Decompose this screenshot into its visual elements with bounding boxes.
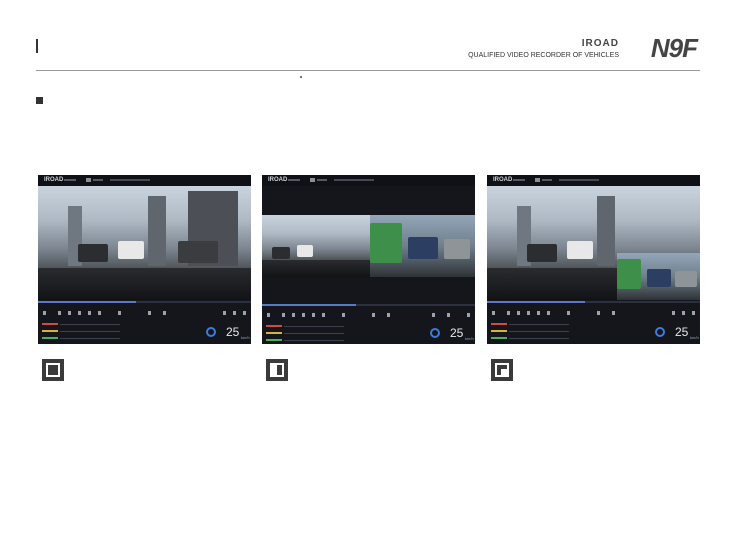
viewer-topbar: IROAD	[262, 175, 475, 186]
header-rule	[36, 70, 700, 71]
video-view-front	[262, 215, 370, 277]
speed-value: 25	[226, 325, 240, 339]
speed-gauge-icon	[655, 327, 665, 337]
speed-unit: km/h	[241, 335, 250, 340]
viewer-screenshot-single: IROAD 25 km/h	[38, 175, 251, 344]
dot-mark	[300, 76, 302, 78]
viewer-screenshot-pip: IROAD 25 km/h	[487, 175, 700, 344]
video-view	[38, 186, 251, 300]
viewer-logo: IROAD	[268, 177, 288, 183]
speed-gauge-icon	[206, 327, 216, 337]
video-view-rear	[370, 215, 475, 277]
viewer-topbar: IROAD	[487, 175, 700, 186]
single-view-icon	[42, 359, 64, 381]
viewer-logo: IROAD	[44, 177, 64, 183]
video-view-pip	[617, 253, 700, 300]
playback-controls[interactable]	[38, 308, 251, 318]
speed-unit: km/h	[465, 336, 474, 341]
playback-controls[interactable]	[262, 310, 475, 320]
playback-controls[interactable]	[487, 308, 700, 318]
speed-gauge-icon	[430, 328, 440, 338]
pip-view-icon	[491, 359, 513, 381]
split-view-icon	[266, 359, 288, 381]
viewer-screenshot-split: IROAD 25 km/h	[262, 175, 475, 344]
speed-value: 25	[450, 326, 464, 340]
viewer-logo: IROAD	[493, 177, 513, 183]
header-marker	[36, 39, 38, 53]
viewer-topbar: IROAD	[38, 175, 251, 186]
brand-logo: N9F	[650, 33, 698, 63]
brand-tagline: QUALIFIED VIDEO RECORDER OF VEHICLES	[468, 52, 619, 59]
section-bullet	[36, 97, 43, 104]
speed-unit: km/h	[690, 335, 699, 340]
speed-value: 25	[675, 325, 689, 339]
brand-small-text: IROAD	[581, 38, 619, 49]
